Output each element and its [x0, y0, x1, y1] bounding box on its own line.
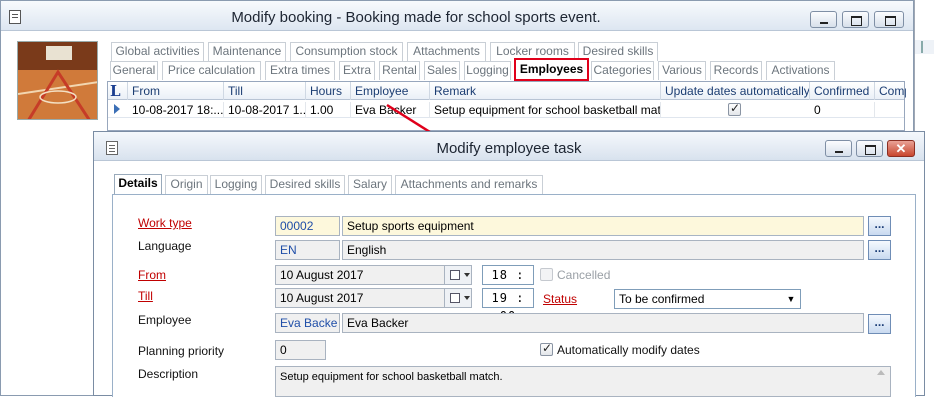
work-type-lookup-button[interactable]: ... — [868, 216, 891, 236]
maximize-icon — [857, 141, 882, 156]
tab-global-activities[interactable]: Global activities — [111, 42, 204, 61]
column-hours[interactable]: Hours — [306, 82, 351, 100]
till-label[interactable]: Till — [138, 289, 153, 303]
window-titlebar[interactable]: Modify employee task ✕ — [94, 132, 924, 161]
language-name-field[interactable]: English — [342, 240, 864, 260]
tab-details[interactable]: Details — [114, 174, 162, 194]
from-label[interactable]: From — [138, 268, 166, 282]
from-date-field[interactable]: 10 August 2017 — [275, 265, 446, 285]
tab-price-calculation[interactable]: Price calculation — [162, 61, 261, 80]
close-button[interactable]: ✕ — [887, 140, 915, 157]
column-confirmed[interactable]: Confirmed — [810, 82, 875, 100]
restore-button[interactable] — [874, 11, 904, 28]
employee-code-field[interactable]: Eva Backe — [275, 313, 340, 333]
tab-logging[interactable]: Logging — [464, 61, 511, 80]
description-textarea[interactable]: Setup equipment for school basketball ma… — [275, 366, 891, 397]
till-time-field[interactable]: 19 : 00 — [482, 288, 534, 323]
tab-rental[interactable]: Rental — [379, 61, 420, 80]
cell-confirmed: 0 — [810, 102, 875, 118]
language-lookup-button[interactable]: ... — [868, 240, 891, 260]
from-calendar-button[interactable] — [444, 265, 472, 285]
auto-modify-checkbox[interactable] — [540, 341, 553, 356]
scroll-up-icon[interactable] — [877, 370, 885, 375]
column-from[interactable]: From — [128, 82, 224, 100]
grid-header: L From Till Hours Employee Remark Update… — [108, 82, 906, 100]
status-value: To be confirmed — [619, 292, 705, 306]
tab-records[interactable]: Records — [710, 61, 762, 80]
minimize-button[interactable] — [825, 140, 852, 157]
tab-various[interactable]: Various — [658, 61, 706, 80]
window-titlebar[interactable]: Modify booking - Booking made for school… — [1, 1, 913, 31]
till-calendar-button[interactable] — [444, 288, 472, 308]
maximize-button[interactable] — [842, 11, 869, 28]
grid-indicator: L — [108, 82, 128, 100]
cancelled-checkbox[interactable] — [540, 268, 553, 281]
maximize-icon — [843, 12, 868, 27]
minimize-icon — [826, 141, 851, 156]
cell-hours: 1.00 — [306, 102, 351, 118]
calendar-icon — [450, 270, 460, 280]
status-label[interactable]: Status — [543, 292, 577, 306]
tab-desired-skills[interactable]: Desired skills — [265, 175, 345, 194]
close-icon: ✕ — [895, 141, 907, 156]
employee-label: Employee — [138, 313, 192, 327]
tab-extra-times[interactable]: Extra times — [265, 61, 335, 80]
tab-attachments-and-remarks[interactable]: Attachments and remarks — [395, 175, 543, 194]
column-till[interactable]: Till — [224, 82, 306, 100]
language-code-field[interactable]: EN — [275, 240, 340, 260]
work-type-label[interactable]: Work type — [138, 216, 192, 230]
cell-update-dates-checkbox[interactable] — [728, 101, 741, 116]
minimize-button[interactable] — [810, 11, 837, 28]
chevron-down-icon: ▼ — [786, 294, 796, 304]
modify-employee-task-window: Modify employee task ✕ Details Origin Lo… — [93, 131, 925, 397]
tab-sales[interactable]: Sales — [424, 61, 460, 80]
column-comp[interactable]: Comp — [875, 82, 906, 100]
column-employee[interactable]: Employee — [351, 82, 430, 100]
row-indicator-icon — [114, 104, 120, 114]
work-type-code-field[interactable]: 00002 — [275, 216, 340, 236]
column-remark[interactable]: Remark — [430, 82, 661, 100]
employee-tasks-grid: L From Till Hours Employee Remark Update… — [107, 81, 906, 131]
tab-activations[interactable]: Activations — [766, 61, 835, 80]
column-update-dates[interactable]: Update dates automatically — [661, 82, 810, 100]
window-title: Modify employee task — [436, 140, 582, 157]
status-select[interactable]: To be confirmed ▼ — [614, 289, 801, 309]
description-label: Description — [138, 367, 199, 381]
tab-extra[interactable]: Extra — [339, 61, 375, 80]
minimize-icon — [811, 12, 836, 27]
till-date-field[interactable]: 10 August 2017 — [275, 288, 446, 308]
booking-photo — [17, 41, 98, 120]
maximize-button[interactable] — [856, 140, 883, 157]
tab-origin[interactable]: Origin — [165, 175, 208, 194]
tab-attachments[interactable]: Attachments — [407, 42, 486, 61]
calendar-icon — [450, 293, 460, 303]
cell-from: 10-08-2017 18:... — [128, 102, 224, 118]
tab-maintenance[interactable]: Maintenance — [208, 42, 286, 61]
work-type-name-field[interactable]: Setup sports equipment — [342, 216, 864, 236]
tab-general[interactable]: General — [110, 61, 158, 80]
restore-icon — [877, 12, 903, 27]
window-title: Modify booking - Booking made for school… — [231, 9, 601, 26]
auto-modify-label: Automatically modify dates — [557, 343, 700, 357]
tab-consumption-stock[interactable]: Consumption stock — [290, 42, 403, 61]
planning-priority-label: Planning priority — [138, 344, 225, 358]
planning-priority-field[interactable]: 0 — [275, 340, 326, 360]
cell-till: 10-08-2017 1... — [224, 102, 306, 118]
tab-employees[interactable]: Employees — [514, 58, 589, 81]
tab-desired-skills[interactable]: Desired skills — [578, 42, 658, 61]
language-label: Language — [138, 239, 192, 253]
tab-logging[interactable]: Logging — [210, 175, 262, 194]
employee-lookup-button[interactable]: ... — [868, 314, 891, 334]
employee-name-field[interactable]: Eva Backer — [342, 313, 864, 333]
tab-salary[interactable]: Salary — [348, 175, 392, 194]
from-time-field[interactable]: 18 : 00 — [482, 265, 534, 300]
tab-categories[interactable]: Categories — [591, 61, 654, 80]
cancelled-label: Cancelled — [557, 268, 611, 282]
